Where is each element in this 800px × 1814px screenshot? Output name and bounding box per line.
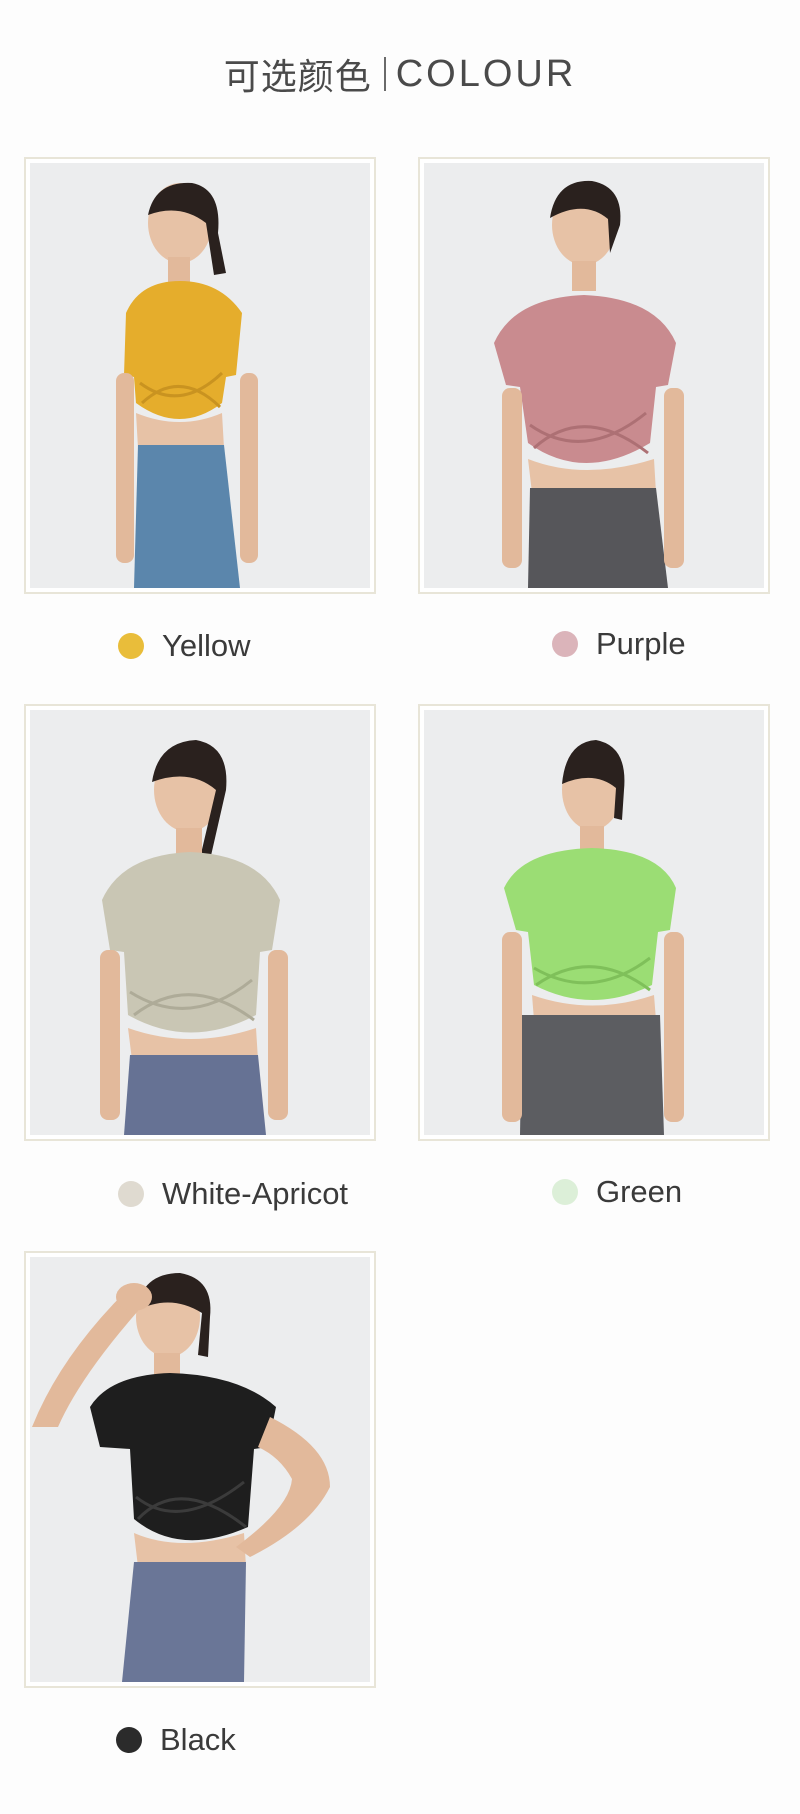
swatch-green[interactable]: Green [552, 1172, 682, 1212]
color-dot [552, 1179, 578, 1205]
title-divider [383, 57, 386, 91]
model-illustration [30, 710, 370, 1135]
title-chinese: 可选颜色 [223, 57, 372, 98]
color-label: Purple [596, 626, 686, 661]
swatch-yellow[interactable]: Yellow [118, 626, 250, 666]
color-card-yellow[interactable] [24, 157, 376, 594]
color-dot [552, 631, 578, 657]
color-label: Black [160, 1722, 236, 1757]
color-label: Green [596, 1174, 683, 1209]
product-photo [424, 710, 764, 1135]
swatch-black[interactable]: Black [116, 1720, 236, 1760]
model-illustration [30, 163, 370, 588]
model-illustration [30, 1257, 370, 1682]
title-english: COLOUR [395, 52, 577, 95]
product-photo [30, 710, 370, 1135]
swatch-purple[interactable]: Purple [552, 624, 686, 664]
page-title: 可选颜色 COLOUR [0, 52, 800, 99]
color-card-black[interactable] [24, 1251, 376, 1688]
product-photo [424, 163, 764, 588]
color-card-purple[interactable] [418, 157, 770, 594]
color-label: White-Apricot [162, 1176, 349, 1211]
color-card-green[interactable] [418, 704, 770, 1141]
model-illustration [424, 163, 764, 588]
swatch-white-apricot[interactable]: White-Apricot [118, 1174, 348, 1214]
color-dot [116, 1727, 142, 1753]
color-dot [118, 1181, 144, 1207]
color-label: Yellow [162, 628, 251, 663]
product-photo [30, 1257, 370, 1682]
model-illustration [424, 710, 764, 1135]
color-card-white-apricot[interactable] [24, 704, 376, 1141]
product-photo [30, 163, 370, 588]
color-dot [118, 633, 144, 659]
